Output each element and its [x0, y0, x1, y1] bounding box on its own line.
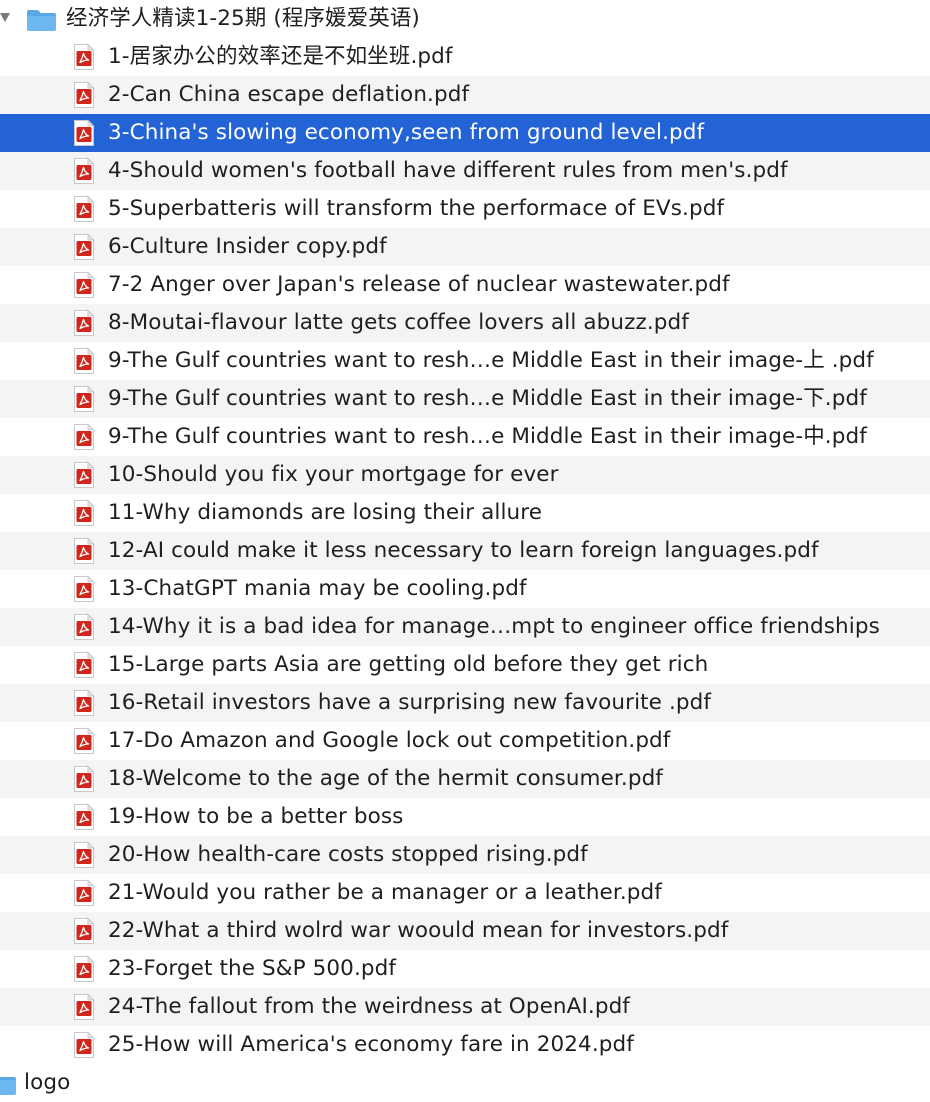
- pdf-icon: [73, 385, 95, 413]
- pdf-icon: [73, 689, 95, 717]
- file-row[interactable]: 18-Welcome to the age of the hermit cons…: [0, 760, 930, 798]
- pdf-icon: [73, 879, 95, 907]
- file-row[interactable]: 16-Retail investors have a surprising ne…: [0, 684, 930, 722]
- pdf-icon: [73, 727, 95, 755]
- folder-row-logo[interactable]: logo: [0, 1064, 930, 1102]
- file-row[interactable]: 12-AI could make it less necessary to le…: [0, 532, 930, 570]
- file-name: 9-The Gulf countries want to resh…e Midd…: [108, 386, 867, 411]
- file-name: 21-Would you rather be a manager or a le…: [108, 880, 662, 905]
- file-row[interactable]: 25-How will America's economy fare in 20…: [0, 1026, 930, 1064]
- file-row[interactable]: 20-How health-care costs stopped rising.…: [0, 836, 930, 874]
- file-name: 14-Why it is a bad idea for manage…mpt t…: [108, 614, 880, 639]
- pdf-icon: [73, 81, 95, 109]
- file-name: 24-The fallout from the weirdness at Ope…: [108, 994, 630, 1019]
- pdf-icon: [73, 993, 95, 1021]
- pdf-icon: [73, 575, 95, 603]
- file-name: 25-How will America's economy fare in 20…: [108, 1032, 634, 1057]
- pdf-icon: [73, 423, 95, 451]
- file-name: 11-Why diamonds are losing their allure: [108, 500, 543, 525]
- file-name: 12-AI could make it less necessary to le…: [108, 538, 819, 563]
- file-row[interactable]: 24-The fallout from the weirdness at Ope…: [0, 988, 930, 1026]
- file-name: 9-The Gulf countries want to resh…e Midd…: [108, 348, 874, 373]
- file-name: 22-What a third wolrd war woould mean fo…: [108, 918, 729, 943]
- pdf-icon: [73, 1031, 95, 1059]
- pdf-icon: [73, 309, 95, 337]
- pdf-icon: [73, 157, 95, 185]
- pdf-icon: [73, 803, 95, 831]
- file-name: 18-Welcome to the age of the hermit cons…: [108, 766, 663, 791]
- file-row[interactable]: 8-Moutai-flavour latte gets coffee lover…: [0, 304, 930, 342]
- pdf-icon: [73, 765, 95, 793]
- file-name: 7-2 Anger over Japan's release of nuclea…: [108, 272, 730, 297]
- folder-row-economist[interactable]: 经济学人精读1-25期 (程序媛爱英语): [0, 0, 930, 38]
- file-row[interactable]: 4-Should women's football have different…: [0, 152, 930, 190]
- file-name: 15-Large parts Asia are getting old befo…: [108, 652, 709, 677]
- file-name: 4-Should women's football have different…: [108, 158, 788, 183]
- file-name: 13-ChatGPT mania may be cooling.pdf: [108, 576, 527, 601]
- folder-icon: [0, 1076, 16, 1095]
- file-row[interactable]: 3-China's slowing economy,seen from grou…: [0, 114, 930, 152]
- file-name: 23-Forget the S&P 500.pdf: [108, 956, 397, 981]
- file-name: 10-Should you fix your mortgage for ever: [108, 462, 559, 487]
- file-row[interactable]: 9-The Gulf countries want to resh…e Midd…: [0, 418, 930, 456]
- folder-icon: [27, 10, 56, 31]
- pdf-icon: [73, 499, 95, 527]
- file-row[interactable]: 19-How to be a better boss: [0, 798, 930, 836]
- pdf-icon: [73, 955, 95, 983]
- pdf-icon: [73, 651, 95, 679]
- pdf-icon: [73, 233, 95, 261]
- file-name: 8-Moutai-flavour latte gets coffee lover…: [108, 310, 689, 335]
- file-name: 6-Culture Insider copy.pdf: [108, 234, 387, 259]
- file-name: 16-Retail investors have a surprising ne…: [108, 690, 712, 715]
- file-row[interactable]: 17-Do Amazon and Google lock out competi…: [0, 722, 930, 760]
- pdf-icon: [73, 271, 95, 299]
- file-browser-list: 经济学人精读1-25期 (程序媛爱英语) 1-居家办公的效率还是不如坐班.pdf…: [0, 0, 930, 1095]
- file-row[interactable]: 9-The Gulf countries want to resh…e Midd…: [0, 380, 930, 418]
- pdf-icon: [73, 43, 95, 71]
- pdf-icon: [73, 461, 95, 489]
- pdf-icon: [73, 613, 95, 641]
- file-row[interactable]: 10-Should you fix your mortgage for ever: [0, 456, 930, 494]
- file-name: 1-居家办公的效率还是不如坐班.pdf: [108, 44, 453, 69]
- pdf-icon: [73, 841, 95, 869]
- file-name: 17-Do Amazon and Google lock out competi…: [108, 728, 671, 753]
- file-name: 9-The Gulf countries want to resh…e Midd…: [108, 424, 867, 449]
- file-row[interactable]: 11-Why diamonds are losing their allure: [0, 494, 930, 532]
- file-name: 5-Superbatteris will transform the perfo…: [108, 196, 725, 221]
- file-row[interactable]: 7-2 Anger over Japan's release of nuclea…: [0, 266, 930, 304]
- file-row[interactable]: 21-Would you rather be a manager or a le…: [0, 874, 930, 912]
- file-name: 19-How to be a better boss: [108, 804, 404, 829]
- file-row[interactable]: 2-Can China escape deflation.pdf: [0, 76, 930, 114]
- disclosure-triangle-icon[interactable]: [0, 13, 10, 22]
- file-name: 2-Can China escape deflation.pdf: [108, 82, 470, 107]
- pdf-icon: [73, 537, 95, 565]
- file-row[interactable]: 15-Large parts Asia are getting old befo…: [0, 646, 930, 684]
- file-row[interactable]: 1-居家办公的效率还是不如坐班.pdf: [0, 38, 930, 76]
- pdf-icon: [73, 195, 95, 223]
- pdf-icon: [73, 917, 95, 945]
- file-row[interactable]: 13-ChatGPT mania may be cooling.pdf: [0, 570, 930, 608]
- file-row[interactable]: 5-Superbatteris will transform the perfo…: [0, 190, 930, 228]
- file-row[interactable]: 23-Forget the S&P 500.pdf: [0, 950, 930, 988]
- file-row[interactable]: 6-Culture Insider copy.pdf: [0, 228, 930, 266]
- file-name: 3-China's slowing economy,seen from grou…: [108, 120, 705, 145]
- file-row[interactable]: 9-The Gulf countries want to resh…e Midd…: [0, 342, 930, 380]
- file-row[interactable]: 22-What a third wolrd war woould mean fo…: [0, 912, 930, 950]
- pdf-icon: [73, 347, 95, 375]
- folder-name: logo: [24, 1070, 71, 1095]
- folder-name: 经济学人精读1-25期 (程序媛爱英语): [66, 6, 420, 31]
- pdf-icon: [73, 119, 95, 147]
- file-row[interactable]: 14-Why it is a bad idea for manage…mpt t…: [0, 608, 930, 646]
- file-name: 20-How health-care costs stopped rising.…: [108, 842, 588, 867]
